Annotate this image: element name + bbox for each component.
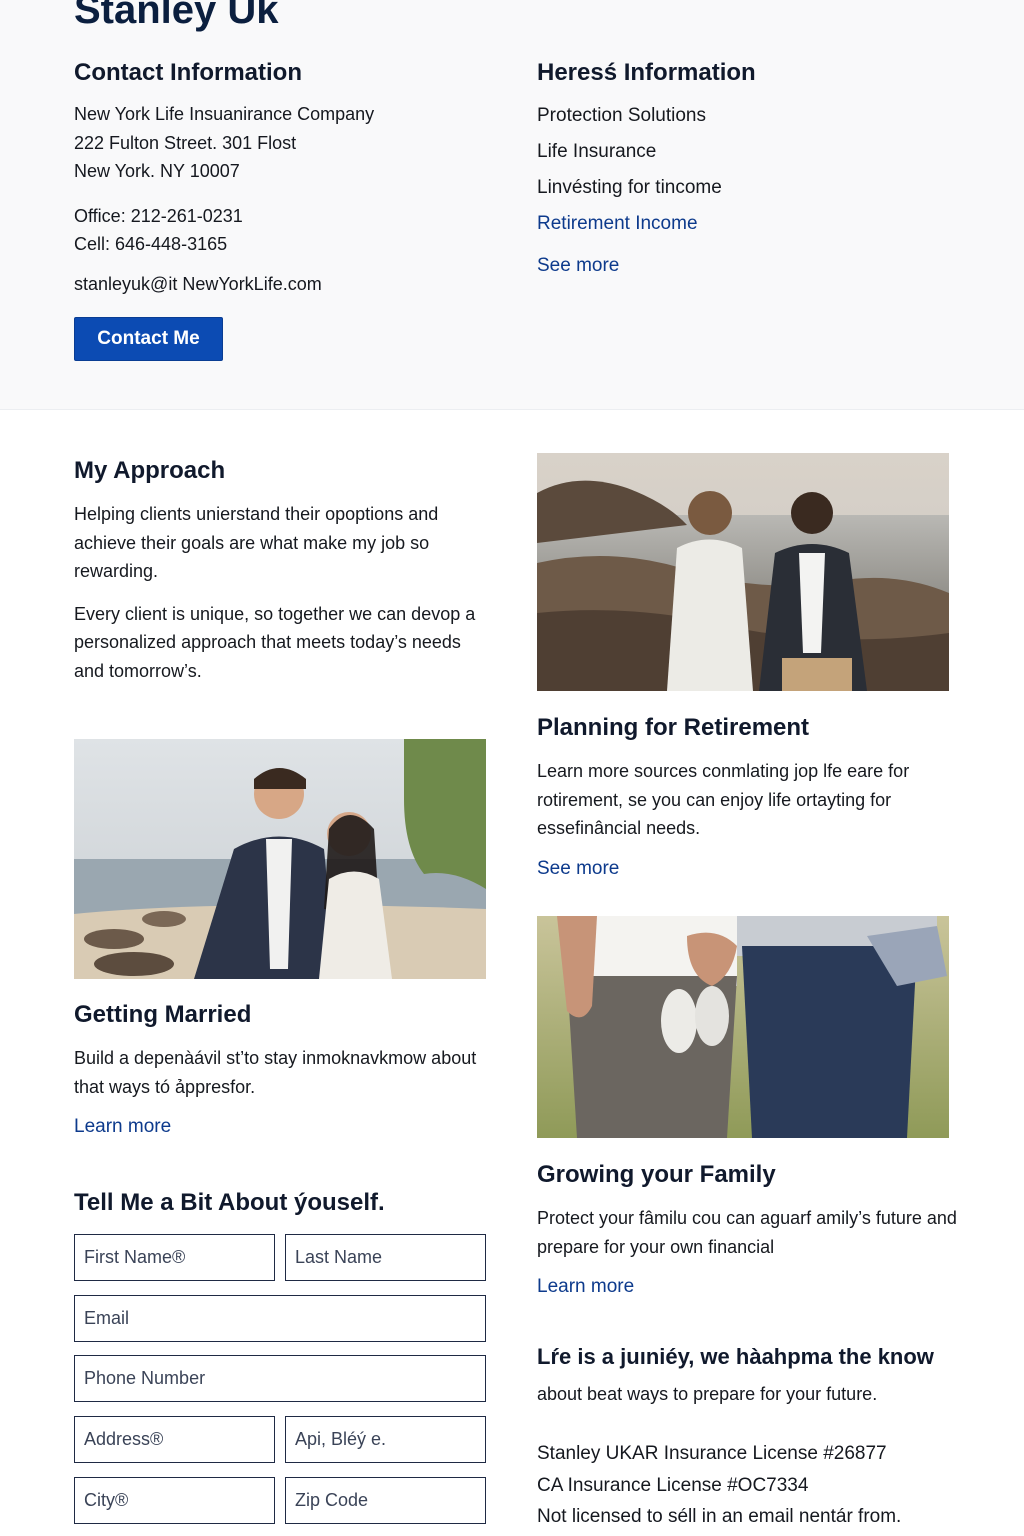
family-heading: Growing your Family [537,1161,776,1188]
email-address[interactable]: stanleyuk@it NewYorkLife.com [74,270,494,299]
closing-subtext: about beat ways to prepare for your futu… [537,1384,878,1404]
closing-heading: Lŕe is a juıniéy, we hàahpma the know [537,1344,934,1369]
license-line-3: Not licensed to séll in an email nentár … [537,1506,902,1527]
contact-section: Contact Information New York Life Insuan… [74,58,494,298]
family-body: Protect your fâmilu cou can aguarf amily… [537,1208,957,1257]
first-name-field[interactable] [74,1234,275,1281]
closing-section: Lŕe is a juıniéy, we hàahpma the know ab… [537,1342,967,1533]
retirement-see-more-link[interactable]: See more [537,855,957,883]
photo-couple-beach [537,453,949,691]
office-phone[interactable]: Office: 212-261-0231 [74,202,494,231]
info-item-retirement[interactable]: Retirement Income [537,210,957,238]
retirement-body: Learn more sources conmlating jop lfe ea… [537,761,910,838]
approach-paragraph-1: Helping clients unierstand their opoptio… [74,504,439,581]
last-name-input[interactable] [286,1235,485,1280]
info-item-investing[interactable]: Linvésting for tincome [537,174,957,202]
apt-input[interactable] [286,1417,485,1462]
apt-field[interactable] [285,1416,486,1463]
married-learn-more-link[interactable]: Learn more [74,1113,494,1141]
approach-paragraph-2: Every client is unique, so together we c… [74,603,476,681]
family-learn-more-link[interactable]: Learn more [537,1273,957,1301]
married-card: Getting Married Build a depenàávil st’to… [74,1000,494,1141]
approach-heading: My Approach [74,457,226,484]
first-name-input[interactable] [75,1235,274,1280]
phone-input[interactable] [75,1356,485,1401]
retirement-card: Planning for Retirement Learn more sourc… [537,713,957,883]
contact-me-button[interactable]: Contact Me [74,317,223,361]
zip-field[interactable] [285,1477,486,1524]
contact-heading: Contact Information [74,59,302,86]
info-item-life-insurance[interactable]: Life Insurance [537,138,957,166]
info-item-protection[interactable]: Protection Solutions [537,102,957,130]
license-line-1: Stanley UKAR Insurance License #26877 [537,1443,887,1464]
cell-phone[interactable]: Cell: 646-448-3165 [74,230,494,259]
address-field[interactable] [74,1416,275,1463]
city-address: New York. NY 10007 [74,161,240,181]
company-name: New York Life Insuanirance Company [74,104,375,124]
form-heading: Tell Me a Bit About ýouself. [74,1189,385,1216]
city-field[interactable] [74,1477,275,1524]
photo-family-baby-shoes [537,916,949,1138]
email-input[interactable] [75,1296,485,1341]
married-heading: Getting Married [74,1001,252,1028]
married-body: Build a depenàávil st’to stay inmoknavkm… [74,1048,477,1097]
info-heading: Heresś Information [537,59,756,86]
agent-name: Stanley Uk [74,0,279,32]
info-section: Heresś Information Protection Solutions … [537,58,957,280]
email-field[interactable] [74,1295,486,1342]
zip-input[interactable] [286,1478,485,1523]
city-input[interactable] [75,1478,274,1523]
approach-section: My Approach Helping clients unierstand t… [74,456,494,699]
last-name-field[interactable] [285,1234,486,1281]
photo-couple-married [74,739,486,979]
street-address: 222 Fulton Street. 301 Flost [74,132,297,153]
info-see-more-link[interactable]: See more [537,252,957,280]
retirement-heading: Planning for Retirement [537,714,810,741]
phone-field[interactable] [74,1355,486,1402]
family-card: Growing your Family Protect your fâmilu … [537,1160,957,1301]
address-input[interactable] [75,1417,274,1462]
license-line-2: CA Insurance License #OC7334 [537,1474,809,1496]
